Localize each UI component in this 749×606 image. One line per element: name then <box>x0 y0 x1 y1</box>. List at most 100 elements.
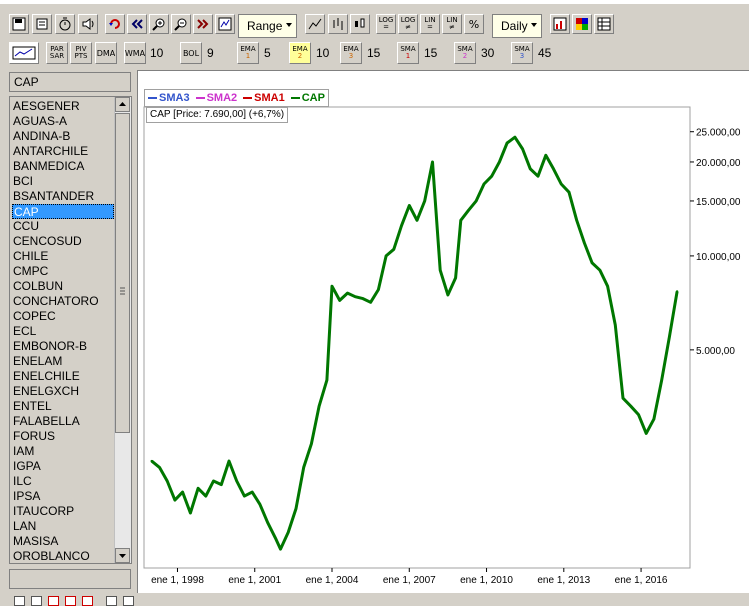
lin-scale-alt-button[interactable]: LIN ≠ <box>442 14 462 34</box>
volume-chart-icon[interactable] <box>9 42 39 64</box>
bottom-tool-icon-2[interactable] <box>31 596 42 606</box>
symbol-item-aesgener[interactable]: AESGENER <box>12 99 115 114</box>
symbol-item-iam[interactable]: IAM <box>12 444 115 459</box>
symbol-item-falabella[interactable]: FALABELLA <box>12 414 115 429</box>
symbol-item-enelchile[interactable]: ENELCHILE <box>12 369 115 384</box>
scroll-up-button[interactable] <box>115 97 130 112</box>
sound-icon[interactable] <box>78 14 98 34</box>
percent-label: % <box>468 17 480 31</box>
wma-button[interactable]: WMA <box>124 42 146 64</box>
data-point <box>675 290 679 293</box>
chart-type-icon[interactable] <box>550 14 570 34</box>
bottom-tool-icon-6[interactable] <box>106 596 117 606</box>
sma1-button[interactable]: SMA 1 <box>397 42 419 64</box>
ema2-period[interactable]: 10 <box>316 46 329 60</box>
rewind-icon[interactable] <box>127 14 147 34</box>
sma3-button[interactable]: SMA 3 <box>511 42 533 64</box>
symbol-item-enelgxch[interactable]: ENELGXCH <box>12 384 115 399</box>
range-dropdown[interactable]: Range <box>238 14 297 38</box>
ema1-button[interactable]: EMA 1 <box>237 42 259 64</box>
dma-button[interactable]: DMA <box>95 42 117 64</box>
fast-forward-icon[interactable] <box>193 14 213 34</box>
price-chart[interactable]: 5.000,00 10.000,00 15.000,00 20.000,00 25.00… <box>138 71 749 593</box>
symbol-item-forus[interactable]: FORUS <box>12 429 115 444</box>
log-scale-button[interactable]: LOG = <box>376 14 396 34</box>
ema3-button[interactable]: EMA 3 <box>340 42 362 64</box>
refresh-icon[interactable] <box>105 14 125 34</box>
data-point <box>220 483 223 486</box>
symbol-item-igpa[interactable]: IGPA <box>12 459 115 474</box>
print-icon[interactable] <box>32 14 52 34</box>
symbol-item-embonor-b[interactable]: EMBONOR-B <box>12 339 115 354</box>
symbol-item-bci[interactable]: BCI <box>12 174 115 189</box>
sma1-period[interactable]: 15 <box>424 46 437 60</box>
ema3-period[interactable]: 15 <box>367 46 380 60</box>
log-scale-alt-button[interactable]: LOG ≠ <box>398 14 418 34</box>
list-scrollbar[interactable] <box>114 97 131 563</box>
grid-icon[interactable] <box>594 14 614 34</box>
data-point <box>652 417 656 421</box>
line-chart-icon[interactable] <box>305 14 325 34</box>
zoom-in-icon[interactable] <box>149 14 169 34</box>
ohlc-bars-icon[interactable] <box>328 14 348 34</box>
color-scheme-icon[interactable] <box>572 14 592 34</box>
symbol-item-lan[interactable]: LAN <box>12 519 115 534</box>
chart-panel[interactable]: 5.000,00 10.000,00 15.000,00 20.000,00 25.00… <box>137 70 749 593</box>
bollinger-period[interactable]: 9 <box>207 46 214 60</box>
symbol-item-oroblanco[interactable]: OROBLANCO <box>12 549 115 563</box>
symbol-item-masisa[interactable]: MASISA <box>12 534 115 549</box>
bollinger-button[interactable]: BOL <box>180 42 202 64</box>
legend-swatch <box>243 97 253 99</box>
symbol-item-copec[interactable]: COPEC <box>12 309 115 324</box>
save-chart-icon[interactable] <box>9 14 29 34</box>
ema2-button[interactable]: EMA 2 <box>289 42 311 64</box>
bottom-tool-icon-4[interactable] <box>65 596 76 606</box>
symbol-item-antarchile[interactable]: ANTARCHILE <box>12 144 115 159</box>
bottom-tool-icon-5[interactable] <box>82 596 93 606</box>
symbol-item-cap[interactable]: CAP <box>12 204 114 219</box>
fit-chart-icon[interactable] <box>215 14 235 34</box>
symbol-item-enelam[interactable]: ENELAM <box>12 354 115 369</box>
symbol-item-aguas-a[interactable]: AGUAS-A <box>12 114 115 129</box>
pivot-points-button[interactable]: PIV PTS <box>70 42 92 64</box>
symbol-item-banmedica[interactable]: BANMEDICA <box>12 159 115 174</box>
symbol-item-ccu[interactable]: CCU <box>12 219 115 234</box>
symbol-item-andina-b[interactable]: ANDINA-B <box>12 129 115 144</box>
data-point <box>415 219 419 222</box>
timer-icon[interactable] <box>55 14 75 34</box>
period-dropdown[interactable]: Daily <box>492 14 542 38</box>
data-point <box>227 459 231 463</box>
symbol-item-ecl[interactable]: ECL <box>12 324 115 339</box>
data-point <box>330 285 334 288</box>
symbol-item-ilc[interactable]: ILC <box>12 474 115 489</box>
sma2-button[interactable]: SMA 2 <box>454 42 476 64</box>
symbol-item-chile[interactable]: CHILE <box>12 249 115 264</box>
sma2-period[interactable]: 30 <box>481 46 494 60</box>
symbol-item-cmpc[interactable]: CMPC <box>12 264 115 279</box>
symbol-item-cencosud[interactable]: CENCOSUD <box>12 234 115 249</box>
symbol-item-ipsa[interactable]: IPSA <box>12 489 115 504</box>
symbol-item-colbun[interactable]: COLBUN <box>12 279 115 294</box>
bottom-tool-icon-3[interactable] <box>48 596 59 606</box>
symbol-list[interactable]: AESGENER AGUAS-A ANDINA-B ANTARCHILE BANMEDI… <box>9 96 132 564</box>
candlestick-icon[interactable] <box>350 14 370 34</box>
scroll-thumb[interactable] <box>115 113 130 433</box>
bottom-tool-icon-7[interactable] <box>123 596 134 606</box>
symbol-item-itaucorp[interactable]: ITAUCORP <box>12 504 115 519</box>
lin-scale-button[interactable]: LIN = <box>420 14 440 34</box>
symbol-input[interactable]: CAP <box>9 72 131 92</box>
ema1-period[interactable]: 5 <box>264 46 271 60</box>
sma3-period[interactable]: 45 <box>538 46 551 60</box>
wma-period[interactable]: 10 <box>150 46 163 60</box>
y-tick-label: 25.000,00 <box>696 128 741 139</box>
x-tick-label: ene 1, 2010 <box>460 575 513 586</box>
scroll-down-button[interactable] <box>115 548 130 563</box>
data-point <box>235 479 238 483</box>
symbol-item-conchatoro[interactable]: CONCHATORO <box>12 294 115 309</box>
par-sar-button[interactable]: PAR SAR <box>46 42 68 64</box>
zoom-out-icon[interactable] <box>171 14 191 34</box>
symbol-item-entel[interactable]: ENTEL <box>12 399 115 414</box>
percent-button[interactable]: % <box>464 14 484 34</box>
symbol-item-bsantander[interactable]: BSANTANDER <box>12 189 115 204</box>
bottom-tool-icon-1[interactable] <box>14 596 25 606</box>
